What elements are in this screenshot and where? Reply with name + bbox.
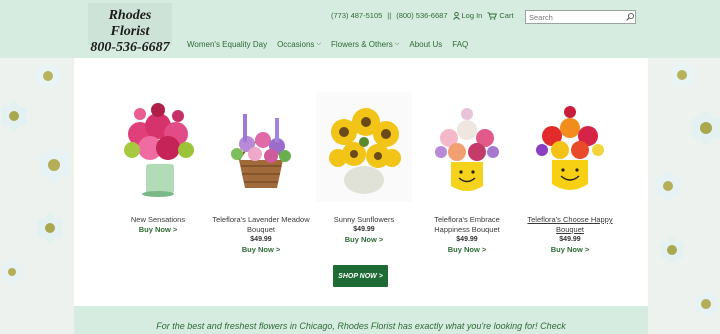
product-price: $49.99 xyxy=(353,226,375,233)
product-name[interactable]: Sunny Sunflowers xyxy=(314,215,414,225)
flower-decoration-icon xyxy=(690,111,720,145)
phone-tollfree-link[interactable]: (800) 536-6687 xyxy=(396,11,447,20)
main-nav: Women's Equality Day Occasions ⌵ Flowers… xyxy=(187,40,468,49)
nav-label: Women's Equality Day xyxy=(187,40,268,49)
nav-label: Occasions xyxy=(277,40,315,49)
buy-now-link[interactable]: Buy Now > xyxy=(417,245,517,255)
nav-label: About Us xyxy=(409,40,443,49)
product-card[interactable]: Teleflora's Lavender Meadow Bouquet $49.… xyxy=(211,92,311,255)
search-box xyxy=(525,10,636,24)
nav-faq[interactable]: FAQ xyxy=(452,40,468,49)
flower-decoration-icon xyxy=(36,213,64,243)
flower-decoration-icon xyxy=(35,62,61,90)
nav-occasions[interactable]: Occasions ⌵ xyxy=(277,40,321,49)
shop-now-button[interactable]: SHOP NOW > xyxy=(333,265,388,287)
flower-decoration-icon xyxy=(694,291,718,317)
flower-decoration-icon xyxy=(669,61,695,89)
login-label: Log In xyxy=(461,11,483,20)
chevron-down-icon: ⌵ xyxy=(316,41,321,47)
product-card[interactable]: Sunny Sunflowers $49.99 Buy Now > xyxy=(314,92,414,245)
product-name[interactable]: Teleflora's Embrace Happiness Bouquet xyxy=(417,215,517,235)
nav-flowers-others[interactable]: Flowers & Others ⌵ xyxy=(331,40,399,49)
left-decoration xyxy=(0,58,74,334)
flower-decoration-icon xyxy=(1,260,23,284)
logo[interactable]: Rhodes Florist 800-536-6687 xyxy=(88,3,172,55)
nav-about-us[interactable]: About Us xyxy=(409,40,442,49)
product-image[interactable] xyxy=(522,92,618,202)
product-price: $49.99 xyxy=(559,236,581,243)
product-name[interactable]: Teleflora's Choose Happy Bouquet xyxy=(520,215,620,235)
right-decoration xyxy=(648,58,720,334)
buy-now-link[interactable]: Buy Now > xyxy=(108,225,208,235)
nav-label: FAQ xyxy=(452,40,469,49)
phone-local-link[interactable]: (773) 487-5105 xyxy=(331,11,382,20)
product-image[interactable] xyxy=(213,92,309,202)
flower-decoration-icon xyxy=(0,101,28,131)
site-header: Rhodes Florist 800-536-6687 (773) 487-51… xyxy=(0,0,720,58)
product-image[interactable] xyxy=(316,92,412,202)
user-icon xyxy=(452,11,460,20)
top-utility-bar: (773) 487-5105 || (800) 536-6687 Log In … xyxy=(331,11,514,20)
buy-now-link[interactable]: Buy Now > xyxy=(211,245,311,255)
flower-decoration-icon xyxy=(659,236,685,264)
product-card[interactable]: Teleflora's Choose Happy Bouquet $49.99 … xyxy=(520,92,620,255)
product-card[interactable]: New Sensations Buy Now > xyxy=(108,92,208,235)
product-image[interactable] xyxy=(419,92,515,202)
promo-banner: For the best and freshest flowers in Chi… xyxy=(74,306,648,334)
login-link[interactable]: Log In xyxy=(452,11,483,20)
search-input[interactable] xyxy=(526,12,625,22)
buy-now-link[interactable]: Buy Now > xyxy=(314,235,414,245)
product-image[interactable] xyxy=(110,92,206,202)
flower-decoration-icon xyxy=(38,148,70,182)
cart-label: Cart xyxy=(499,11,514,20)
product-name[interactable]: Teleflora's Lavender Meadow Bouquet xyxy=(211,215,311,235)
chevron-down-icon: ⌵ xyxy=(394,41,400,47)
cart-icon xyxy=(487,11,498,20)
product-name[interactable]: New Sensations xyxy=(108,215,208,225)
nav-womens-equality-day[interactable]: Women's Equality Day xyxy=(187,40,267,49)
product-price: $49.99 xyxy=(250,236,272,243)
cart-link[interactable]: Cart xyxy=(487,11,514,20)
featured-products: New Sensations Buy Now > Teleflora's Lav… xyxy=(74,58,648,306)
logo-name: Rhodes Florist xyxy=(108,8,152,39)
buy-now-link[interactable]: Buy Now > xyxy=(520,245,620,255)
product-price: $49.99 xyxy=(456,236,478,243)
logo-phone: 800-536-6687 xyxy=(90,40,170,55)
product-card[interactable]: Teleflora's Embrace Happiness Bouquet $4… xyxy=(417,92,517,255)
nav-label: Flowers & Others xyxy=(331,40,393,49)
search-icon[interactable] xyxy=(625,12,635,22)
flower-decoration-icon xyxy=(654,171,682,201)
promo-text: For the best and freshest flowers in Chi… xyxy=(156,321,566,331)
separator: || xyxy=(387,11,392,20)
